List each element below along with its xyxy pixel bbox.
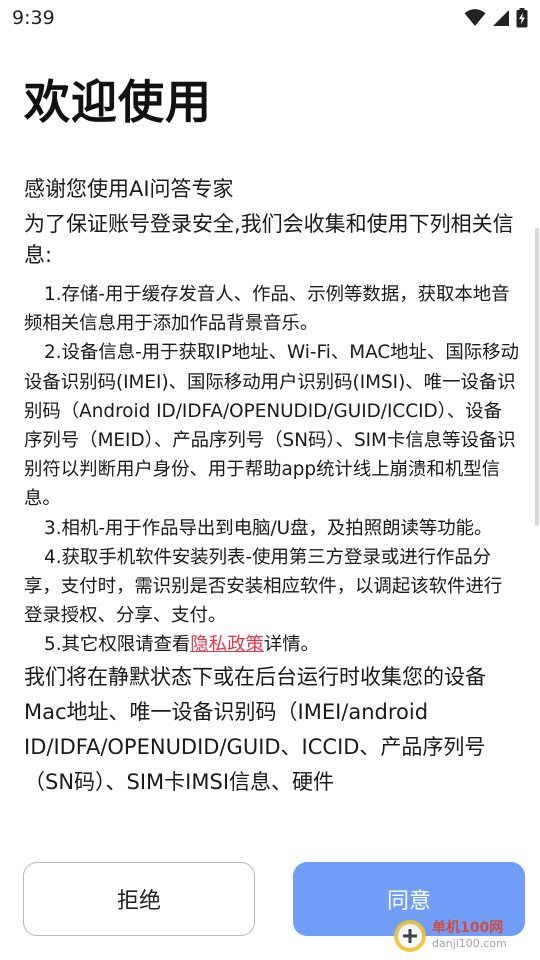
permission-item-storage: 1.存储-用于缓存发音人、作品、示例等数据，获取本地音频相关信息用于添加作品背景… <box>24 284 510 335</box>
watermark-logo-icon <box>394 920 426 952</box>
permission-item-app-list: 4.获取手机软件安装列表-使用第三方登录或进行作品分享，支付时，需识别是否安装相… <box>24 546 503 627</box>
privacy-prefix: 5.其它权限请查看 <box>44 634 191 656</box>
watermark-url: danji100.com <box>432 937 507 950</box>
permission-item-device-info: 2.设备信息-用于获取IP地址、Wi-Fi、MAC地址、国际移动设备识别码(IM… <box>24 342 519 510</box>
watermark: 单机100网 danji100.com <box>392 916 538 956</box>
status-bar: 9:39 <box>0 0 540 36</box>
greeting-text: 感谢您使用AI问答专家 <box>24 177 234 201</box>
permission-item-other: 5.其它权限请查看隐私政策详情。 <box>24 630 520 659</box>
permission-item-camera: 3.相机-用于作品导出到电脑/U盘，及拍照朗读等功能。 <box>44 517 493 539</box>
purpose-text: 为了保证账号登录安全,我们会收集和使用下列相关信息: <box>24 212 514 267</box>
status-icons <box>464 6 528 30</box>
cellular-signal-icon <box>493 10 509 26</box>
watermark-name: 单机100网 <box>432 920 504 936</box>
watermark-text: 单机100网 danji100.com <box>432 920 507 952</box>
consent-content[interactable]: 感谢您使用AI问答专家 为了保证账号登录安全,我们会收集和使用下列相关信息: 1… <box>24 174 520 862</box>
permission-list: 1.存储-用于缓存发音人、作品、示例等数据，获取本地音频相关信息用于添加作品背景… <box>24 280 520 660</box>
privacy-suffix: 详情。 <box>263 634 320 656</box>
wifi-icon <box>464 9 486 26</box>
scrollbar-thumb[interactable] <box>535 228 539 526</box>
battery-charging-icon <box>516 8 528 28</box>
privacy-policy-link[interactable]: 隐私政策 <box>190 634 264 655</box>
status-time: 9:39 <box>12 7 55 29</box>
page-title: 欢迎使用 <box>24 75 212 129</box>
closing-text: 我们将在静默状态下或在后台运行时收集您的设备Mac地址、唯一设备识别码（IMEI… <box>24 664 486 794</box>
reject-button[interactable]: 拒绝 <box>23 862 255 936</box>
